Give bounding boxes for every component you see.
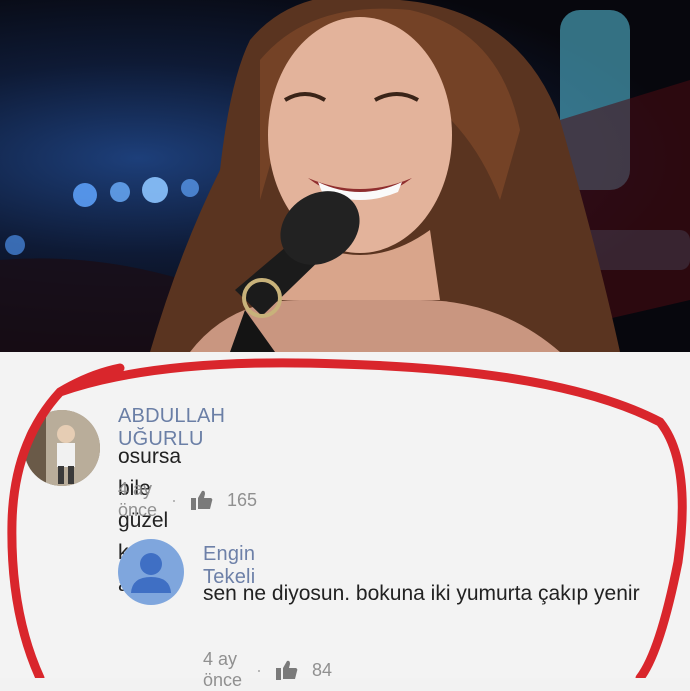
comment-meta: 4 ay önce · 84 (203, 649, 332, 691)
thumbs-up-icon[interactable] (191, 490, 213, 510)
default-user-avatar[interactable] (118, 539, 184, 605)
thumbs-up-icon[interactable] (276, 660, 298, 680)
comment-text: sen ne diyosun. bokuna iki yumurta çakıp… (203, 582, 640, 605)
separator-dot: · (256, 659, 263, 680)
comment-meta: 4 ay önce · 165 (118, 479, 257, 521)
like-count: 84 (312, 659, 333, 680)
like-count: 165 (227, 489, 258, 510)
comment-time: 4 ay önce (203, 649, 243, 690)
comment-time: 4 ay önce (118, 479, 158, 520)
video-thumbnail-photo (0, 0, 690, 352)
user-photo-avatar[interactable] (24, 410, 100, 486)
separator-dot: · (171, 489, 178, 510)
comments-section: ABDULLAH UĞURLU osursa bile güzel kokar … (0, 352, 690, 690)
